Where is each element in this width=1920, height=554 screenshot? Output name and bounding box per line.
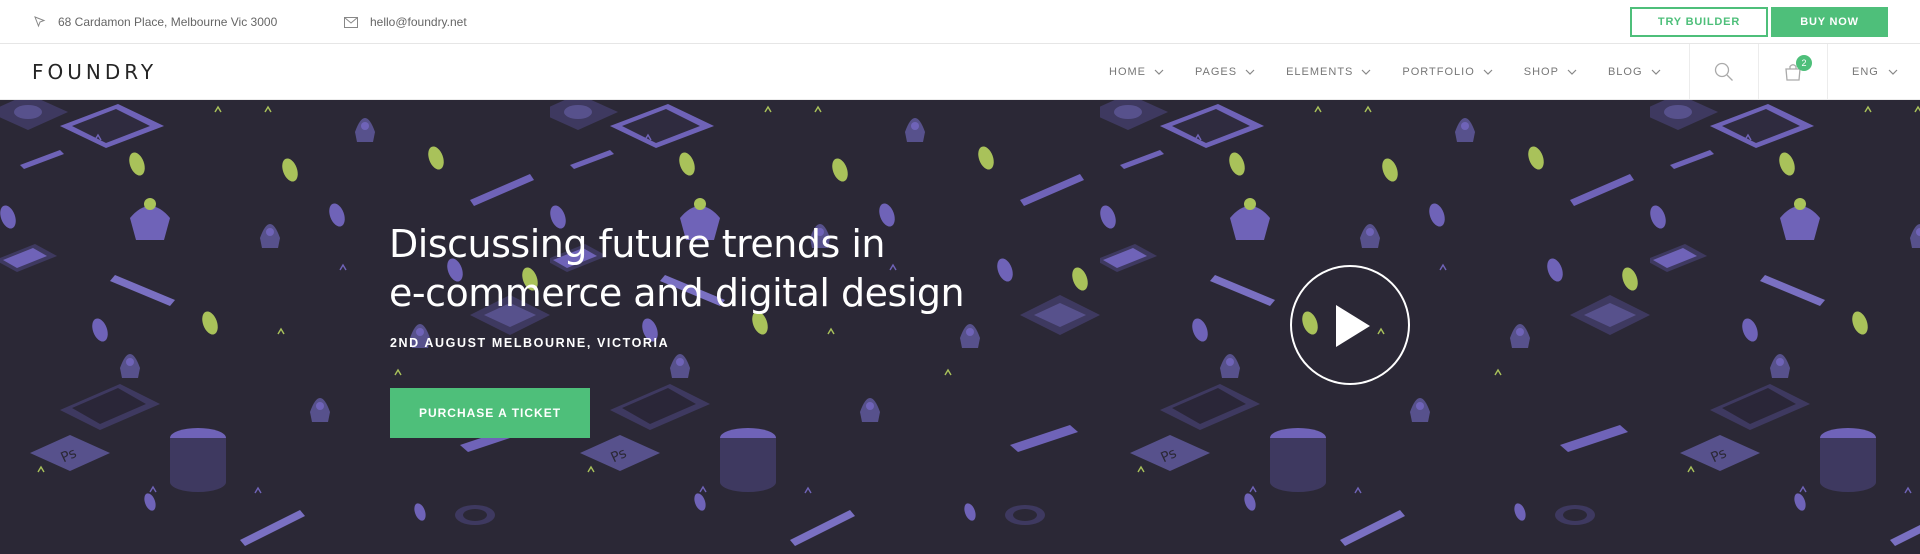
nav-item-home[interactable]: HOME xyxy=(1109,66,1164,78)
search-icon xyxy=(1714,62,1733,81)
cart-count-badge: 2 xyxy=(1796,55,1812,71)
language-selector[interactable]: ENG xyxy=(1829,44,1920,100)
email-info[interactable]: hello@foundry.net xyxy=(344,0,467,44)
main-navbar: FOUNDRY HOME PAGES ELEMENTS PORTFOLIO SH… xyxy=(0,44,1920,100)
hero-section: Ps xyxy=(0,100,1920,554)
nav-item-label: SHOP xyxy=(1523,66,1559,78)
email-text[interactable]: hello@foundry.net xyxy=(370,15,467,29)
address-text: 68 Cardamon Place, Melbourne Vic 3000 xyxy=(58,15,278,29)
nav-item-label: BLOG xyxy=(1607,66,1643,78)
video-play-button[interactable] xyxy=(1290,265,1410,385)
nav-item-label: PORTFOLIO xyxy=(1402,66,1475,78)
chevron-down-icon xyxy=(1154,69,1164,75)
isometric-pattern-background: Ps xyxy=(0,100,1920,554)
try-builder-button[interactable]: TRY BUILDER xyxy=(1630,7,1768,37)
nav-item-portfolio[interactable]: PORTFOLIO xyxy=(1402,66,1493,78)
nav-item-elements[interactable]: ELEMENTS xyxy=(1286,66,1371,78)
nav-menu: HOME PAGES ELEMENTS PORTFOLIO SHOP BLOG xyxy=(1109,44,1661,100)
hero-subtitle: 2ND AUGUST MELBOURNE, VICTORIA xyxy=(390,336,670,350)
top-utility-bar: 68 Cardamon Place, Melbourne Vic 3000 he… xyxy=(0,0,1920,44)
nav-item-shop[interactable]: SHOP xyxy=(1524,66,1577,78)
nav-divider xyxy=(1827,44,1828,100)
hero-title: Discussing future trends in e-commerce a… xyxy=(389,220,1009,318)
search-button[interactable] xyxy=(1690,44,1758,100)
nav-item-label: HOME xyxy=(1109,66,1146,78)
chevron-down-icon xyxy=(1651,69,1660,75)
hero-title-line: e-commerce and digital design xyxy=(389,271,965,315)
buy-now-button[interactable]: BUY NOW xyxy=(1771,7,1888,37)
purchase-ticket-button[interactable]: PURCHASE A TICKET xyxy=(390,388,590,438)
address-info: 68 Cardamon Place, Melbourne Vic 3000 xyxy=(34,0,277,44)
chevron-down-icon xyxy=(1888,69,1898,75)
play-icon xyxy=(1336,305,1370,347)
chevron-down-icon xyxy=(1483,69,1493,75)
nav-item-label: PAGES xyxy=(1195,66,1238,78)
nav-item-pages[interactable]: PAGES xyxy=(1195,66,1255,78)
nav-item-label: ELEMENTS xyxy=(1286,66,1354,78)
chevron-down-icon xyxy=(1361,69,1371,75)
mail-icon xyxy=(344,16,358,28)
brand-logo[interactable]: FOUNDRY xyxy=(32,44,157,100)
language-label: ENG xyxy=(1852,66,1879,78)
location-pointer-icon xyxy=(34,16,46,28)
chevron-down-icon xyxy=(1245,69,1255,75)
hero-title-line: Discussing future trends in xyxy=(389,222,886,266)
chevron-down-icon xyxy=(1567,69,1577,75)
nav-item-blog[interactable]: BLOG xyxy=(1608,66,1661,78)
cart-button[interactable]: 2 xyxy=(1759,44,1827,100)
